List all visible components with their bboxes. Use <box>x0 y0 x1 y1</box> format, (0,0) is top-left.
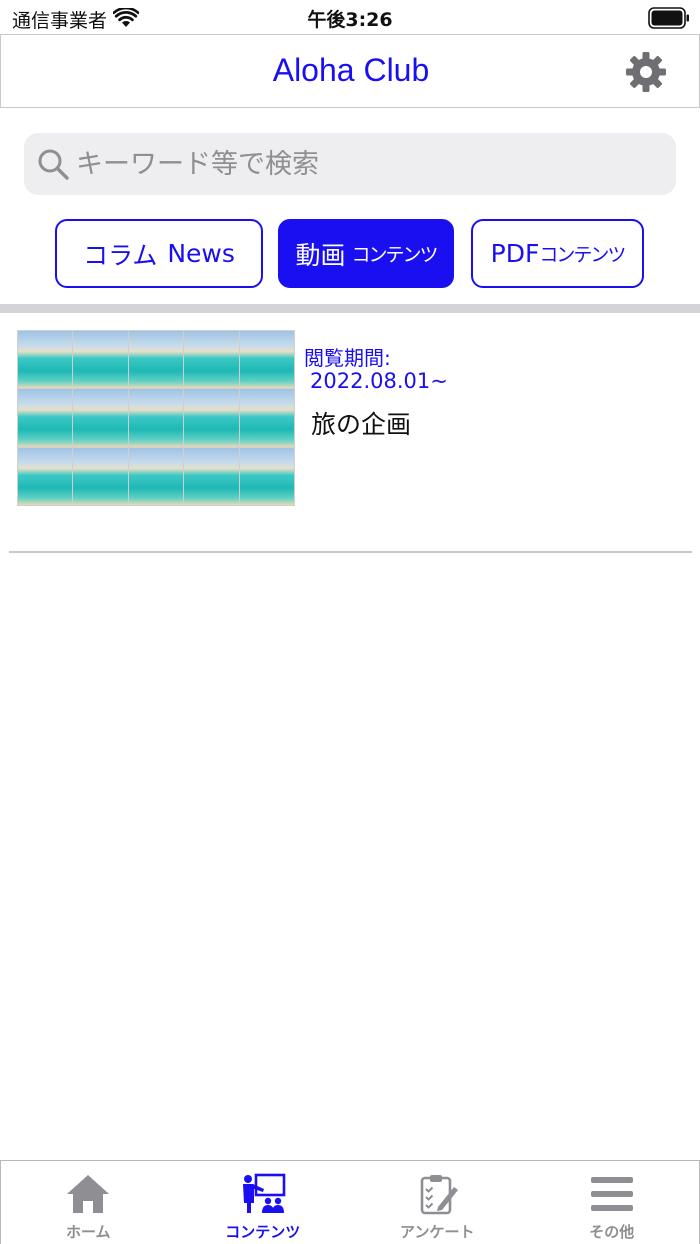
status-time: 午後3:26 <box>307 9 393 31</box>
search-input[interactable] <box>76 141 666 187</box>
video-content-label-sub: コンテンツ <box>351 244 439 266</box>
list-divider <box>9 551 692 553</box>
column-news-button[interactable]: コラム News <box>55 219 263 288</box>
tab-survey[interactable]: アンケート <box>350 1161 525 1244</box>
home-icon <box>67 1175 110 1213</box>
tab-contents[interactable]: コンテンツ <box>176 1161 351 1244</box>
pdf-content-label-sub: コンテンツ <box>539 244 626 266</box>
tab-other-label: その他 <box>589 1223 635 1241</box>
menu-icon <box>590 1177 633 1211</box>
video-content-label-main: 動画 <box>295 240 346 270</box>
status-bar: 通信事業者 午後3:26 <box>0 0 700 36</box>
battery-icon <box>648 7 689 29</box>
column-news-label-sub: News <box>167 239 235 268</box>
tab-survey-label: アンケート <box>400 1223 475 1241</box>
clipboard-icon <box>420 1175 459 1215</box>
search-icon <box>38 149 69 180</box>
viewing-period-label: 閲覧期間: <box>304 346 391 370</box>
presenter-icon <box>242 1173 286 1213</box>
page-title: Aloha Club <box>272 52 430 88</box>
pdf-content-button[interactable]: PDF コンテンツ <box>471 219 644 288</box>
section-divider <box>0 304 700 313</box>
thumbnail-image <box>17 330 295 506</box>
column-news-label-main: コラム <box>83 240 158 270</box>
viewing-period-date: 2022.08.01~ <box>310 369 448 393</box>
list-item[interactable]: 閲覧期間: 2022.08.01~ 旅の企画 <box>0 313 700 553</box>
tab-bar: ホーム コンテンツ アンケート その他 <box>0 1160 700 1244</box>
tab-home-label: ホーム <box>65 1223 111 1241</box>
video-content-button[interactable]: 動画 コンテンツ <box>278 219 454 288</box>
search-bar[interactable] <box>24 133 676 195</box>
tab-other[interactable]: その他 <box>525 1161 700 1244</box>
nav-header: Aloha Club <box>0 34 700 108</box>
tab-home[interactable]: ホーム <box>1 1161 176 1244</box>
gear-icon[interactable] <box>623 49 669 95</box>
tab-contents-label: コンテンツ <box>225 1223 301 1241</box>
item-title: 旅の企画 <box>311 410 412 439</box>
pdf-content-label-main: PDF <box>490 239 540 268</box>
